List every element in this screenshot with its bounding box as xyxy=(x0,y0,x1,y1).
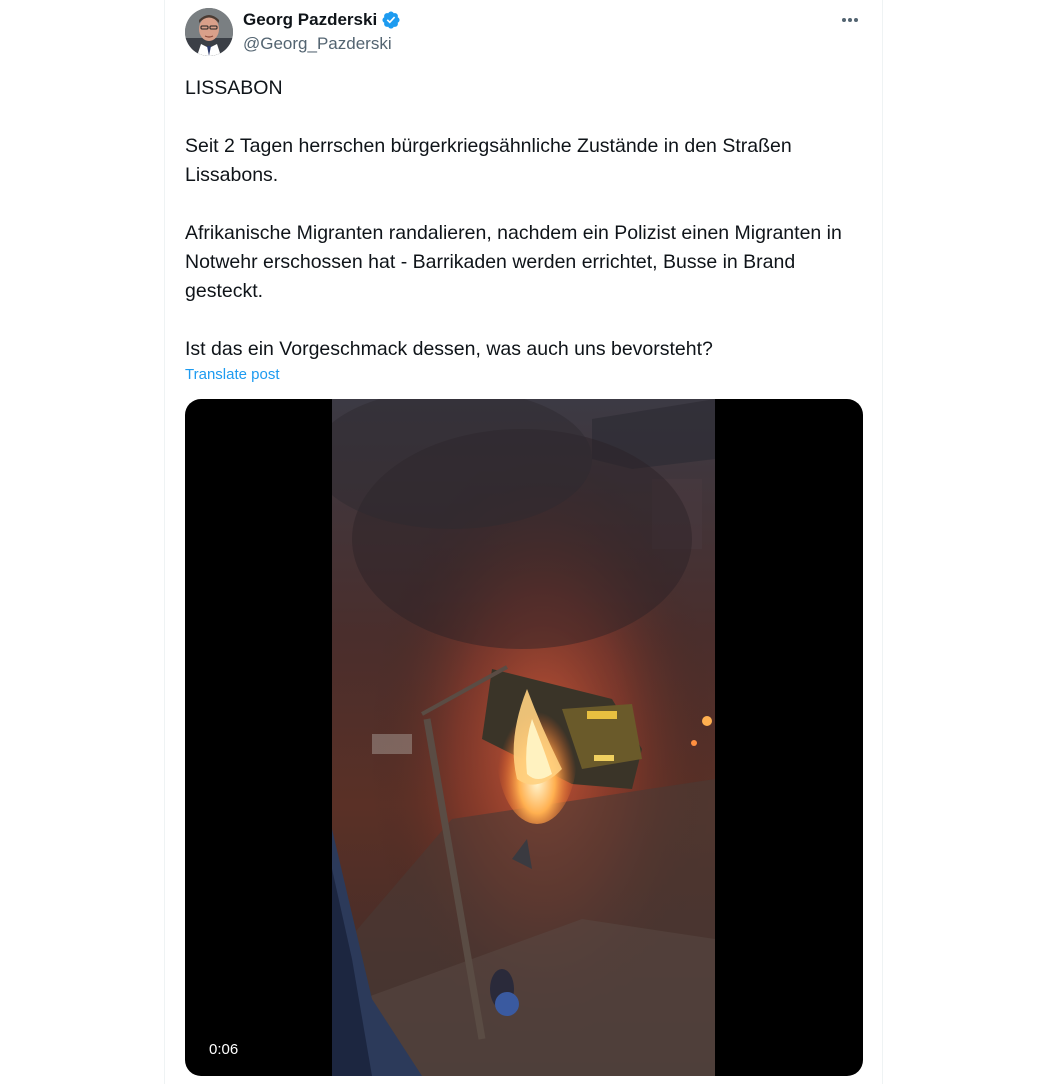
tweet-paragraph: Ist das ein Vorgeschmack dessen, was auc… xyxy=(185,338,713,360)
video-timestamp: 0:06 xyxy=(199,1038,249,1062)
author-display-name[interactable]: Georg Pazderski xyxy=(243,10,377,30)
video-player[interactable]: 0:06 xyxy=(185,399,863,1076)
video-frame[interactable] xyxy=(332,399,715,1076)
avatar[interactable] xyxy=(185,8,233,56)
author-handle[interactable]: @Georg_Pazderski xyxy=(243,33,401,55)
more-options-button[interactable] xyxy=(838,8,862,32)
translate-post-link[interactable]: Translate post xyxy=(185,365,280,385)
tweet-text: LISSABON Seit 2 Tagen herrschen bürgerkr… xyxy=(185,74,865,364)
avatar-image xyxy=(185,8,233,56)
verified-badge-icon[interactable] xyxy=(381,10,401,30)
video-thumbnail xyxy=(332,399,715,1076)
tweet-paragraph: LISSABON xyxy=(185,77,283,99)
tweet-card[interactable]: Georg Pazderski @Georg_Pazderski LISSABO… xyxy=(164,0,883,1084)
more-horizontal-icon xyxy=(841,18,846,22)
tweet-paragraph: Afrikanische Migranten randalieren, nach… xyxy=(185,222,842,302)
tweet-paragraph: Seit 2 Tagen herrschen bürgerkriegsähnli… xyxy=(185,135,792,186)
